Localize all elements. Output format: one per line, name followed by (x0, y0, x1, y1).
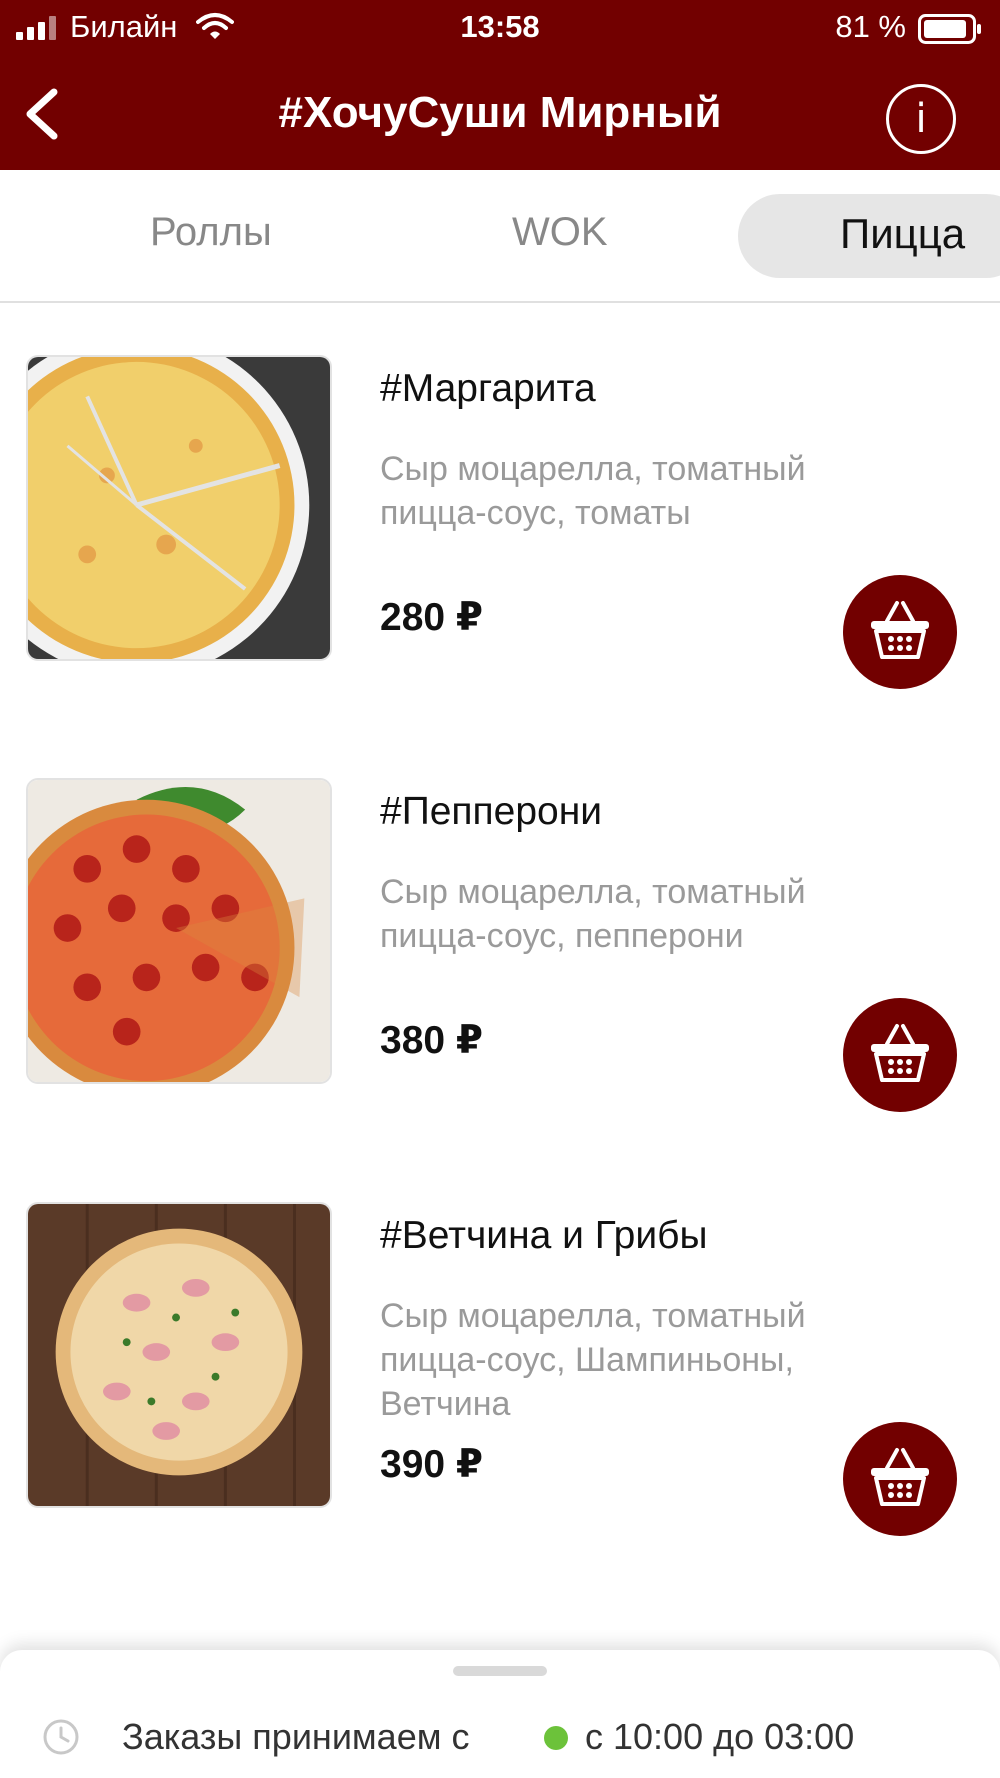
product-price: 380 ₽ (380, 1019, 484, 1062)
product-image (26, 355, 332, 661)
product-image (26, 1202, 332, 1508)
product-card[interactable]: #Пепперони Сыр моцарелла, томатный пицца… (0, 778, 1000, 1112)
tab-wok[interactable]: WOK (512, 210, 608, 255)
app-header: Билайн 13:58 81 % #ХочуСуши Мирный i (0, 0, 1000, 170)
product-card[interactable]: #Ветчина и Грибы Сыр моцарелла, томатный… (0, 1202, 1000, 1536)
product-description: Сыр моцарелла, томатный пицца-соус, тома… (380, 450, 806, 532)
page-title: #ХочуСуши Мирный (278, 88, 722, 137)
add-to-basket-button[interactable] (843, 998, 957, 1112)
battery-icon (918, 14, 981, 44)
product-description: Сыр моцарелла, томатный пицца-соус, пепп… (380, 873, 806, 955)
order-hours-label: Заказы принимаем с (122, 1716, 470, 1757)
category-tabs: Роллы WOK Пицца (0, 170, 1000, 303)
product-name: #Пепперони (380, 790, 603, 833)
order-hours-sheet[interactable]: Заказы принимаем с с 10:00 до 03:00 (0, 1650, 1000, 1778)
battery-percent: 81 % (835, 9, 906, 44)
add-to-basket-button[interactable] (843, 1422, 957, 1536)
add-to-basket-button[interactable] (843, 575, 957, 689)
order-hours-value: с 10:00 до 03:00 (585, 1716, 855, 1757)
status-bar: Билайн 13:58 81 % (0, 0, 1000, 56)
tab-pizza[interactable]: Пицца (738, 194, 1000, 278)
product-price: 280 ₽ (380, 596, 484, 639)
info-icon[interactable]: i (886, 84, 956, 154)
basket-icon (871, 1024, 929, 1082)
product-card[interactable]: #Маргарита Сыр моцарелла, томатный пицца… (0, 355, 1000, 689)
product-name: #Маргарита (380, 367, 596, 410)
basket-icon (871, 1448, 929, 1506)
product-image (26, 778, 332, 1084)
basket-icon (871, 601, 929, 659)
open-status-dot (544, 1726, 568, 1750)
tab-rolls[interactable]: Роллы (150, 210, 272, 255)
tab-pizza-label: Пицца (840, 210, 966, 257)
product-name: #Ветчина и Грибы (380, 1214, 708, 1257)
sheet-handle[interactable] (453, 1666, 547, 1676)
clock-icon (43, 1719, 79, 1755)
product-description: Сыр моцарелла, томатный пицца-соус, Шамп… (380, 1297, 806, 1423)
product-price: 390 ₽ (380, 1443, 484, 1486)
